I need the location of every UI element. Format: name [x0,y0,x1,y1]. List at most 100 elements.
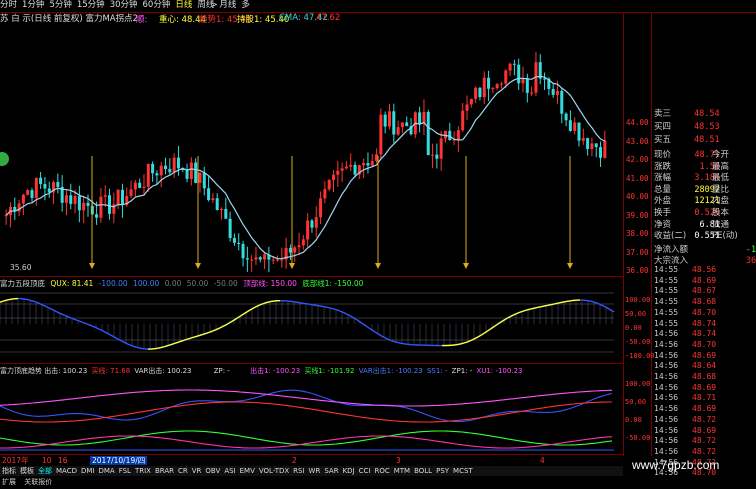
date-axis: 2017年 10 16 2017/10/19/四 2 3 4 [0,456,623,465]
indicator1-rise-segment [186,339,188,340]
signal-arrow-icon [289,263,295,269]
tick-time: 14:56 [654,339,678,350]
candle-body [565,114,568,121]
indicator-tab[interactable]: VOL-TDX [257,466,291,476]
indicator1-v4: 50.00 [187,279,208,288]
candle-body [194,162,197,182]
tick-row: 14:5648.686B [652,371,756,382]
indicator-tab[interactable]: BRAR [153,466,176,476]
timeframe-tab[interactable]: 多 [241,0,250,11]
candle-body [82,203,85,211]
candle-body [466,104,469,110]
candle-body [371,161,374,165]
indicator2-tick-label: 50.00 [625,398,646,406]
related-quote-button[interactable]: 关联报价 [24,478,52,486]
indicator-tab[interactable]: CR [176,466,190,476]
tick-row: 14:5548.746B [652,318,756,329]
indicator2-chart[interactable] [0,376,623,454]
indicator2-title: 富力顶底趋势 出击: 100.23 [0,367,87,375]
indicator-tab[interactable]: MACD [54,466,79,476]
candle-body [293,247,296,252]
tick-row: 14:5548.672B [652,285,756,296]
indicator1-rise-segment [208,332,210,333]
tick-price: 48.69 [692,275,716,286]
indicator-tab[interactable]: CCI [357,466,373,476]
indicator-tab[interactable]: DMI [79,466,97,476]
ask-label: 卖三 [654,108,671,121]
indicator1-rise-segment [488,329,490,330]
indicator-tab[interactable]: 全部 [36,466,54,476]
ask-price: 48.54 [694,108,720,121]
signal-arrow-icon [195,263,201,269]
indicator1-rise-segment [470,340,472,341]
tick-price: 48.74 [692,328,716,339]
candlestick-chart[interactable]: 35.60 [0,26,623,276]
indicator-tab[interactable]: SAR [322,466,340,476]
indicator-tab[interactable]: FSL [117,466,133,476]
timeframe-tab[interactable]: 30分钟 [110,0,138,11]
indicator-tabs: 指标模板全部MACDDMIDMAFSLTRIXBRARCRVROBVASIEMV… [0,466,623,476]
indicator-tab[interactable]: 模板 [18,466,36,476]
candle-body [220,209,223,210]
expand-button[interactable]: 扩展 [2,478,16,486]
candle-body [457,130,460,139]
timeframe-tab[interactable]: 5分钟 [49,0,71,11]
indicator-tab[interactable]: RSI [291,466,306,476]
indicator-tab[interactable]: ASI [222,466,237,476]
indicator1-rise-segment [514,314,516,315]
indicator1-rise-segment [498,323,500,324]
timeframe-tab[interactable]: 日线 [175,0,192,11]
candle-body [444,131,447,139]
indicator-tab[interactable]: VR [190,466,204,476]
timeframe-tab[interactable]: 60分钟 [143,0,171,11]
timeframe-tab[interactable]: 15分钟 [77,0,105,11]
indicator1-rise-segment [162,347,164,348]
indicator1-header: 富力五段顶底 QUX: 81.41 -100.00 100.00 0.00 50… [0,279,363,289]
timeframe-tab[interactable]: 1分钟 [22,0,44,11]
indicator-tab[interactable]: KDJ [341,466,357,476]
indicator-tab[interactable]: ROC [372,466,391,476]
date-year: 2017年 [2,456,29,465]
tick-time: 14:55 [654,307,678,318]
indicator-tab[interactable]: MCST [451,466,475,476]
indicator-tab[interactable]: BOLL [412,466,434,476]
candle-body [22,195,25,204]
tick-row: 14:5648.711B [652,392,756,403]
indicator-tab[interactable]: DMA [96,466,116,476]
candle-body [306,220,309,239]
candle-body [586,138,589,149]
candle-body [289,248,292,252]
tick-time: 14:55 [654,264,678,275]
price-tick-label: 41.00 [626,174,649,183]
timeframe-tab[interactable]: 月线 [219,0,236,11]
candle-body [26,190,29,195]
indicator-tab[interactable]: PSY [434,466,451,476]
candle-body [366,163,369,165]
tick-list[interactable]: 14:5548.561B14:5548.691B14:5548.672B14:5… [652,264,756,489]
indicator1-rise-segment [246,311,248,312]
indicator1-chart[interactable] [0,290,623,362]
indicator1-rise-segment [506,318,508,319]
candle-body [323,189,326,198]
candle-body [250,260,253,261]
indicator-tab[interactable]: WR [307,466,323,476]
indicator-tab[interactable]: MTM [392,466,412,476]
indicator-tab[interactable]: OBV [203,466,222,476]
date-label: 4 [540,456,545,465]
indicator1-rise-segment [184,340,186,341]
indicator-tab[interactable]: TRIX [133,466,153,476]
indicator1-rise-segment [476,337,478,338]
indicator-tab[interactable]: 指标 [0,466,18,476]
divider [0,454,623,455]
tick-time: 14:56 [654,403,678,414]
indicator1-rise-segment [524,310,526,311]
indicator1-rise-segment [214,330,216,331]
timeframe-tab[interactable]: 分时 [0,0,17,11]
indicator-tab[interactable]: EMV [238,466,257,476]
candle-body [504,71,507,84]
tick-price: 48.74 [692,318,716,329]
indicator1-rise-segment [182,340,184,341]
candle-body [461,111,464,130]
tick-row: 14:5648.693S [652,403,756,414]
chevron-right-icon[interactable]: > [211,0,218,9]
